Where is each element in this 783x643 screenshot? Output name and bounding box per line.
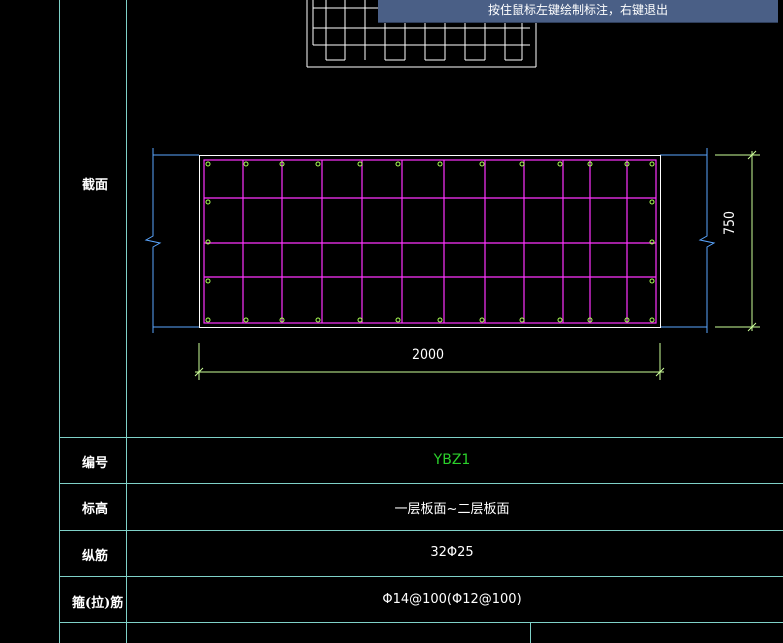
- row-label-stirrups: 箍(拉)筋: [72, 596, 124, 611]
- rebar-dot: [437, 161, 443, 167]
- wall-edge-lines: [144, 148, 716, 333]
- cad-drawing-canvas[interactable]: [0, 0, 783, 643]
- column-section-outline: [199, 155, 661, 328]
- rebar-dot: [395, 317, 401, 323]
- rebar-dot: [649, 199, 655, 205]
- rebar-dot: [315, 161, 321, 167]
- rebar-dot: [205, 199, 211, 205]
- rebar-dot: [649, 161, 655, 167]
- outer-stirrup: [203, 159, 657, 324]
- row-value-code[interactable]: YBZ1: [434, 452, 471, 468]
- table-grid: [59, 0, 783, 643]
- rebar-dot: [649, 278, 655, 284]
- height-dimension-text: 750: [722, 210, 738, 235]
- rebar-dot: [315, 317, 321, 323]
- status-tooltip: 按住鼠标左键绘制标注，右键退出: [378, 0, 778, 23]
- rebar-dot: [205, 317, 211, 323]
- rebar-dot: [479, 161, 485, 167]
- rebar-dot: [205, 278, 211, 284]
- row-label-elevation: 标高: [82, 502, 109, 517]
- rebar-dot: [557, 317, 563, 323]
- rebar-dot: [395, 161, 401, 167]
- rebar-dot: [205, 161, 211, 167]
- section-label: 截面: [82, 178, 109, 193]
- height-dimension: [715, 150, 760, 332]
- row-label-longitudinal-bars: 纵筋: [82, 549, 109, 564]
- row-value-longitudinal-bars[interactable]: 32Φ25: [430, 545, 473, 560]
- stirrup-grid: [203, 159, 657, 324]
- width-dimension-text: 2000: [412, 347, 445, 363]
- row-value-elevation[interactable]: 一层板面~二层板面: [395, 498, 510, 517]
- rebar-dot: [243, 161, 249, 167]
- rebar-dot: [243, 317, 249, 323]
- longitudinal-bars: [205, 161, 655, 323]
- rebar-dot: [557, 161, 563, 167]
- row-value-stirrups[interactable]: Φ14@100(Φ12@100): [382, 592, 521, 607]
- rebar-dot: [649, 317, 655, 323]
- rebar-dot: [437, 317, 443, 323]
- rebar-dot: [479, 317, 485, 323]
- row-label-code: 编号: [82, 456, 109, 471]
